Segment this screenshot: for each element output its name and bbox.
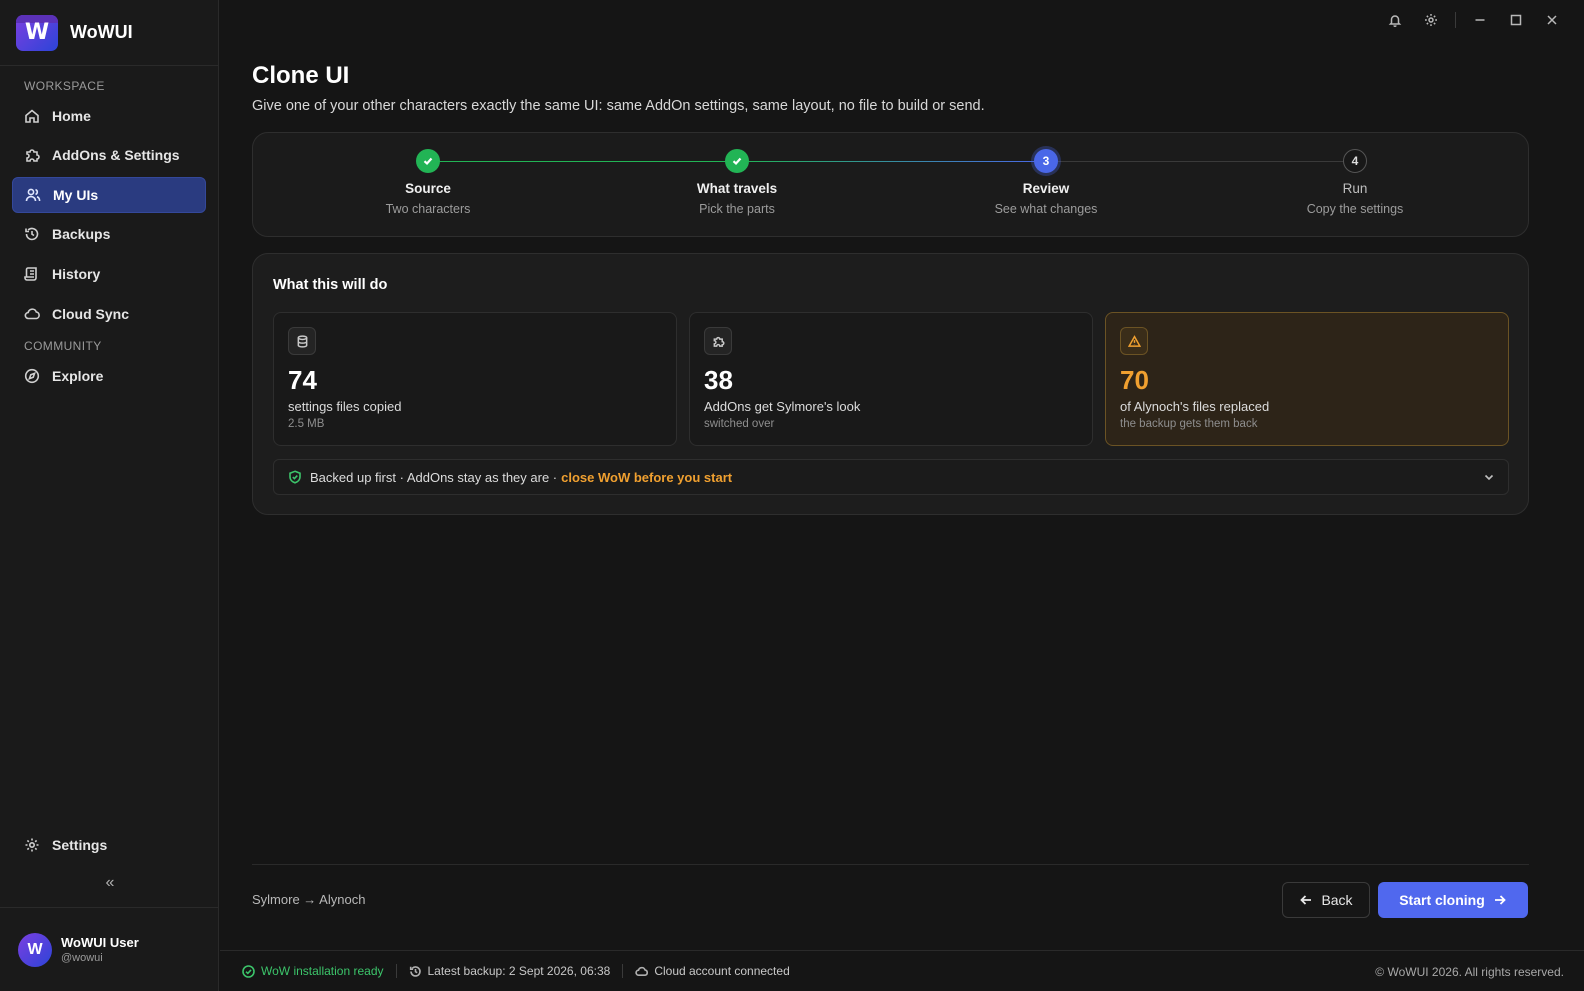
check-icon xyxy=(725,149,749,173)
sidebar-item-history[interactable]: History xyxy=(12,256,206,292)
summary-card: What this will do 74 settings files copi… xyxy=(252,253,1529,515)
page-subtitle: Give one of your other characters exactl… xyxy=(252,98,985,114)
stat-value: 70 xyxy=(1120,365,1149,395)
sidebar-item-backups[interactable]: Backups xyxy=(12,216,206,252)
check-circle-icon xyxy=(242,964,255,978)
check-icon xyxy=(416,149,440,173)
chevron-down-icon[interactable] xyxy=(1482,470,1496,487)
shield-check-icon xyxy=(288,470,310,484)
step-source[interactable]: Source Two characters xyxy=(328,149,528,216)
stat-note: the backup gets them back xyxy=(1120,418,1258,430)
compass-icon xyxy=(24,368,40,384)
footer-divider xyxy=(252,864,1529,865)
stat-value: 38 xyxy=(704,365,733,395)
sidebar-item-cloud-sync[interactable]: Cloud Sync xyxy=(12,296,206,332)
stat-addons-switched: 38 AddOns get Sylmore's look switched ov… xyxy=(689,312,1093,446)
sidebar-item-label: AddOns & Settings xyxy=(52,147,180,163)
back-label: Back xyxy=(1321,892,1353,908)
step-desc: Pick the parts xyxy=(699,202,775,216)
page-title: Clone UI xyxy=(252,62,350,89)
history-icon xyxy=(409,965,421,977)
step-desc: Copy the settings xyxy=(1306,202,1404,216)
sidebar: W WoWUI WORKSPACE Home AddOns & Settings… xyxy=(0,0,219,991)
main-content: Clone UI Give one of your other characte… xyxy=(220,0,1584,991)
sidebar-item-explore[interactable]: Explore xyxy=(12,358,206,394)
sidebar-item-my-uis[interactable]: My UIs xyxy=(12,177,206,213)
stat-note: switched over xyxy=(704,418,775,430)
user-name: WoWUI User xyxy=(61,935,139,950)
scroll-icon xyxy=(24,266,40,282)
start-cloning-button[interactable]: Start cloning xyxy=(1378,882,1528,918)
step-title: Run xyxy=(1342,181,1368,196)
start-label: Start cloning xyxy=(1399,892,1485,908)
database-icon xyxy=(288,327,316,355)
users-icon xyxy=(25,187,41,203)
step-desc: Two characters xyxy=(385,202,471,216)
stat-note: 2.5 MB xyxy=(288,418,325,430)
home-icon xyxy=(24,108,40,124)
sidebar-item-label: Settings xyxy=(52,837,108,853)
step-what-travels[interactable]: What travels Pick the parts xyxy=(637,149,837,216)
notice-warning: close WoW before you start xyxy=(561,469,733,485)
section-community: COMMUNITY xyxy=(24,339,102,353)
stat-files-replaced: 70 of Alynoch's files replaced the backu… xyxy=(1105,312,1509,446)
status-install: WoW installation ready xyxy=(220,964,396,978)
cloud-icon xyxy=(24,306,40,322)
user-profile[interactable]: W WoWUI User @wowui xyxy=(0,907,219,991)
arrow-left-icon xyxy=(1300,895,1312,905)
section-workspace: WORKSPACE xyxy=(24,79,105,93)
brand: W WoWUI xyxy=(0,0,218,66)
cloud-icon xyxy=(635,966,649,976)
sidebar-item-label: My UIs xyxy=(53,187,99,203)
copyright: © WoWUI 2026. All rights reserved. xyxy=(1375,965,1564,979)
step-desc: See what changes xyxy=(994,202,1098,216)
step-number: 4 xyxy=(1343,149,1367,173)
stat-label: AddOns get Sylmore's look xyxy=(704,399,861,414)
arrow-right-icon xyxy=(1494,895,1506,905)
step-title: What travels xyxy=(696,181,778,196)
puzzle-icon xyxy=(704,327,732,355)
warning-icon xyxy=(1120,327,1148,355)
sidebar-item-label: Backups xyxy=(52,226,111,242)
user-handle: @wowui xyxy=(61,952,103,964)
sidebar-item-label: Cloud Sync xyxy=(52,306,130,322)
step-review[interactable]: 3 Review See what changes xyxy=(946,149,1146,216)
sidebar-item-label: Explore xyxy=(52,368,104,384)
sidebar-item-settings[interactable]: Settings xyxy=(12,827,206,863)
sidebar-item-label: Home xyxy=(52,108,91,124)
app-name: WoWUI xyxy=(70,22,133,42)
status-backup: Latest backup: 2 Sept 2026, 06:38 xyxy=(397,964,623,978)
stat-value: 74 xyxy=(288,365,317,395)
avatar: W xyxy=(18,932,52,967)
history-icon xyxy=(24,226,40,242)
sidebar-item-home[interactable]: Home xyxy=(12,98,206,134)
clone-route: Sylmore → Alynoch xyxy=(252,892,366,907)
app-window: W WoWUI WORKSPACE Home AddOns & Settings… xyxy=(0,0,1584,991)
puzzle-icon xyxy=(24,147,40,163)
safety-notice[interactable]: Backed up first · AddOns stay as they ar… xyxy=(273,459,1509,495)
collapse-sidebar-button[interactable]: « xyxy=(100,874,120,892)
step-run: 4 Run Copy the settings xyxy=(1255,149,1455,216)
stat-label: settings files copied xyxy=(288,399,402,414)
step-number: 3 xyxy=(1034,149,1058,173)
stat-files-copied: 74 settings files copied 2.5 MB xyxy=(273,312,677,446)
stat-label: of Alynoch's files replaced xyxy=(1120,399,1270,414)
gear-icon xyxy=(24,837,40,853)
step-title: Review xyxy=(1022,181,1070,196)
back-button[interactable]: Back xyxy=(1282,882,1370,918)
status-bar: WoW installation ready Latest backup: 2 … xyxy=(220,950,1584,991)
app-logo: W xyxy=(16,14,58,51)
wizard-stepper: Source Two characters What travels Pick … xyxy=(252,132,1529,237)
status-cloud: Cloud account connected xyxy=(623,964,801,978)
summary-title: What this will do xyxy=(273,277,388,293)
sidebar-item-addons[interactable]: AddOns & Settings xyxy=(12,137,206,173)
sidebar-item-label: History xyxy=(52,266,101,282)
step-title: Source xyxy=(405,181,451,196)
notice-text: Backed up first · AddOns stay as they ar… xyxy=(310,469,558,485)
